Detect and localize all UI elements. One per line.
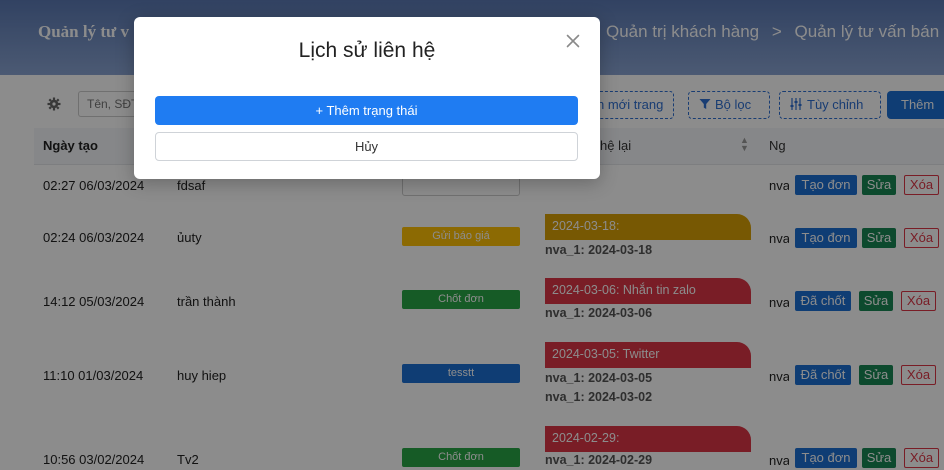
contact-history-modal: Lịch sử liên hệ + Thêm trạng thái Hủy [134, 17, 600, 179]
add-status-button[interactable]: + Thêm trạng thái [155, 96, 578, 125]
page: Quản lý tư v Quản trị khách hàng > Quản … [0, 0, 944, 470]
cancel-button[interactable]: Hủy [155, 132, 578, 161]
close-icon[interactable] [566, 34, 582, 50]
modal-title: Lịch sử liên hệ [298, 39, 436, 62]
